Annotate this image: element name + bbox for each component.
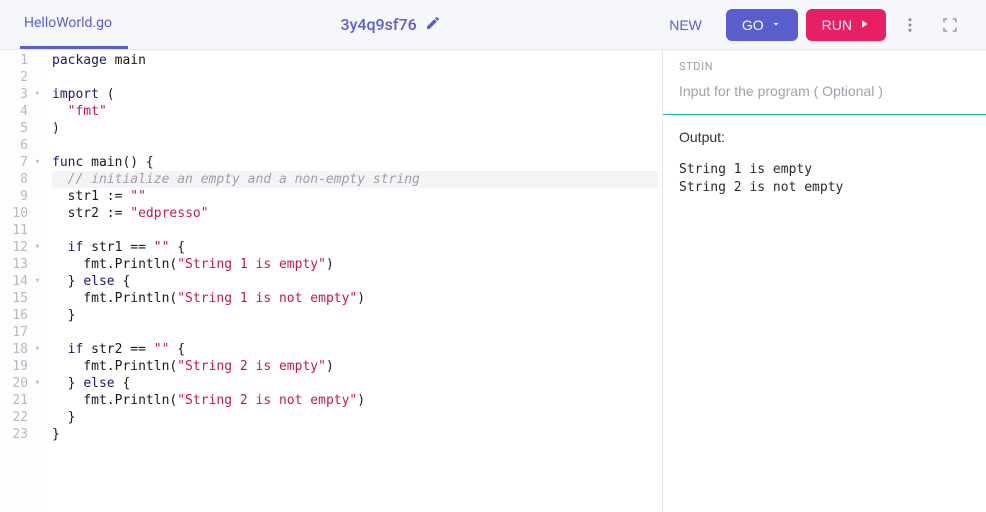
language-select-button[interactable]: GO — [726, 9, 798, 41]
io-panel: STDIN Output: String 1 is emptyString 2 … — [662, 50, 986, 512]
fold-caret-icon[interactable]: ▾ — [32, 86, 40, 103]
gutter-line: 15 — [4, 290, 40, 307]
code-line[interactable]: if str1 == "" { — [52, 239, 658, 256]
output-title: Output: — [679, 129, 970, 145]
gutter-line: 12▾ — [4, 239, 40, 256]
pencil-icon[interactable] — [425, 15, 441, 35]
output-line: String 2 is not empty — [679, 179, 970, 197]
body: 123▾4567▾89101112▾1314▾15161718▾1920▾212… — [0, 50, 986, 512]
chevron-down-icon — [770, 17, 782, 33]
page-id: 3y4q9sf76 — [340, 15, 416, 34]
gutter-line: 18▾ — [4, 341, 40, 358]
gutter-line: 21 — [4, 392, 40, 409]
code-line[interactable]: str1 := "" — [52, 188, 658, 205]
language-label: GO — [742, 17, 764, 33]
code-line[interactable]: // initialize an empty and a non-empty s… — [52, 171, 658, 188]
gutter-line: 13 — [4, 256, 40, 273]
code-line[interactable]: fmt.Println("String 1 is not empty") — [52, 290, 658, 307]
output-section: Output: String 1 is emptyString 2 is not… — [663, 115, 986, 512]
run-button[interactable]: RUN — [806, 9, 886, 41]
gutter-line: 5 — [4, 120, 40, 137]
stdin-label: STDIN — [679, 60, 970, 73]
code-line[interactable]: ) — [52, 120, 658, 137]
output-text: String 1 is emptyString 2 is not empty — [679, 161, 970, 197]
gutter-line: 4 — [4, 103, 40, 120]
code-line[interactable]: } else { — [52, 375, 658, 392]
code-editor[interactable]: 123▾4567▾89101112▾1314▾15161718▾1920▾212… — [0, 50, 662, 512]
code-line[interactable]: str2 := "edpresso" — [52, 205, 658, 222]
fullscreen-icon — [942, 17, 958, 33]
fold-caret-icon[interactable]: ▾ — [32, 375, 40, 392]
stdin-section: STDIN — [663, 50, 986, 114]
filename-tab[interactable]: HelloWorld.go — [20, 0, 128, 49]
output-line: String 1 is empty — [679, 161, 970, 179]
code-line[interactable]: } — [52, 307, 658, 324]
code-line[interactable]: "fmt" — [52, 103, 658, 120]
gutter-line: 22 — [4, 409, 40, 426]
code-line[interactable]: } else { — [52, 273, 658, 290]
code-line[interactable] — [52, 137, 658, 154]
code-area[interactable]: package main import ( "fmt") func main() {… — [48, 50, 662, 512]
stdin-input[interactable] — [679, 83, 970, 99]
gutter-line: 8 — [4, 171, 40, 188]
gutter-line: 16 — [4, 307, 40, 324]
code-line[interactable] — [52, 222, 658, 239]
gutter-line: 11 — [4, 222, 40, 239]
code-line[interactable] — [52, 69, 658, 86]
code-line[interactable] — [52, 324, 658, 341]
code-line[interactable]: if str2 == "" { — [52, 341, 658, 358]
code-line[interactable]: import ( — [52, 86, 658, 103]
new-button[interactable]: NEW — [653, 9, 718, 41]
run-label: RUN — [822, 17, 852, 33]
dots-vertical-icon — [901, 16, 919, 34]
gutter-line: 2 — [4, 69, 40, 86]
app-root: HelloWorld.go 3y4q9sf76 NEW GO RUN — [0, 0, 986, 512]
fold-caret-icon[interactable]: ▾ — [32, 239, 40, 256]
gutter-line: 14▾ — [4, 273, 40, 290]
toolbar: HelloWorld.go 3y4q9sf76 NEW GO RUN — [0, 0, 986, 50]
code-line[interactable]: } — [52, 426, 658, 443]
code-line[interactable]: fmt.Println("String 1 is empty") — [52, 256, 658, 273]
code-line[interactable]: fmt.Println("String 2 is not empty") — [52, 392, 658, 409]
fullscreen-button[interactable] — [934, 9, 966, 41]
gutter-line: 10 — [4, 205, 40, 222]
gutter-line: 9 — [4, 188, 40, 205]
more-menu-button[interactable] — [894, 9, 926, 41]
gutter-line: 23 — [4, 426, 40, 443]
gutter-line: 19 — [4, 358, 40, 375]
code-line[interactable]: } — [52, 409, 658, 426]
code-line[interactable]: package main — [52, 52, 658, 69]
fold-caret-icon[interactable]: ▾ — [32, 154, 40, 171]
code-line[interactable]: func main() { — [52, 154, 658, 171]
gutter-line: 6 — [4, 137, 40, 154]
fold-caret-icon[interactable]: ▾ — [32, 273, 40, 290]
play-icon — [858, 17, 870, 33]
gutter-line: 20▾ — [4, 375, 40, 392]
code-line[interactable]: fmt.Println("String 2 is empty") — [52, 358, 658, 375]
gutter-line: 3▾ — [4, 86, 40, 103]
gutter-line: 1 — [4, 52, 40, 69]
gutter: 123▾4567▾89101112▾1314▾15161718▾1920▾212… — [0, 50, 48, 512]
fold-caret-icon[interactable]: ▾ — [32, 341, 40, 358]
gutter-line: 7▾ — [4, 154, 40, 171]
gutter-line: 17 — [4, 324, 40, 341]
title-group: 3y4q9sf76 — [136, 15, 645, 35]
